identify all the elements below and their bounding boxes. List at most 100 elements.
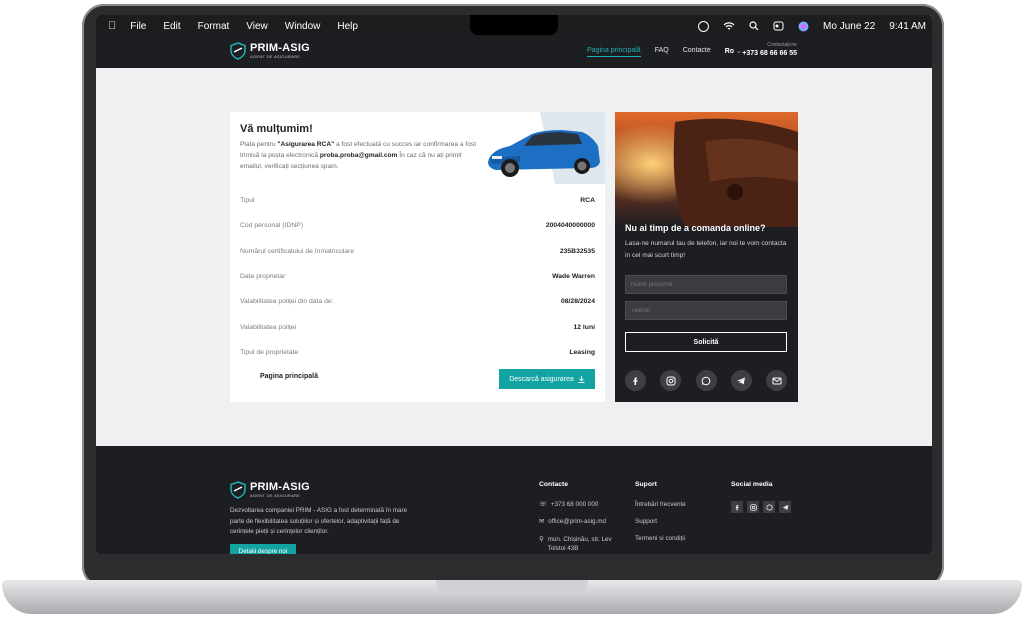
detail-row: Tipul de proprietate Leasing — [240, 340, 595, 365]
footer-phone[interactable]: ☏ +373 68 000 000 — [539, 501, 619, 518]
footer-description: Dezvoltarea companiei PRIM - ASIG a fost… — [230, 507, 408, 535]
telegram-icon[interactable] — [730, 370, 752, 391]
home-link[interactable]: Pagina principală — [260, 373, 318, 380]
message-part-1: Plata pentru — [240, 141, 278, 148]
shield-logo-icon — [230, 481, 246, 499]
whatsapp-icon[interactable] — [695, 370, 717, 391]
location-pin-icon: ⚲ — [539, 536, 544, 543]
detail-value: RCA — [580, 197, 595, 205]
control-center-icon[interactable] — [773, 21, 784, 31]
download-insurance-button[interactable]: Descarcă asigurarea — [499, 369, 595, 389]
menubar-time[interactable]: 9:41 AM — [889, 21, 926, 32]
panel-title: Nu ai timp de a comanda online? — [625, 223, 766, 233]
telegram-icon[interactable] — [779, 501, 791, 513]
footer-link-support[interactable]: Support — [635, 518, 686, 535]
detail-row: Numărul certificatului de înmatriculare 2… — [240, 239, 595, 264]
logo-name: PRIM-ASIG — [250, 42, 310, 54]
site-footer: PRIM-ASIG AGENT DE ASIGURARE Dezvoltarea… — [96, 446, 932, 554]
phone-input[interactable] — [625, 301, 787, 320]
logo[interactable]: PRIM-ASIG AGENT DE ASIGURARE — [230, 42, 310, 60]
detail-label: Numărul certificatului de înmatriculare — [240, 247, 355, 255]
footer-logo[interactable]: PRIM-ASIG AGENT DE ASIGURARE — [230, 481, 310, 499]
footer-logo-subtitle: AGENT DE ASIGURARE — [250, 493, 301, 498]
contacts-title: Contacte — [539, 481, 569, 488]
product-name: "Asigurarea RCA" — [277, 141, 335, 148]
whatsapp-icon[interactable] — [763, 501, 775, 513]
header-phone[interactable]: +373 68 66 66 55 — [742, 50, 797, 57]
footer-support: Suport Întrebări frecvente Support Terme… — [635, 481, 686, 552]
mail-icon: ✉ — [539, 518, 545, 525]
facebook-icon[interactable] — [625, 370, 646, 391]
policy-details: Tipul RCA Cod personal (IDNP) 200404000000… — [240, 188, 595, 365]
footer-email[interactable]: ✉ office@prim-asig.md — [539, 518, 619, 535]
detail-value: 12 luni — [573, 323, 595, 331]
footer-address-text: mun. Chișinău, str. Lev Tolstoi 43B — [547, 536, 612, 552]
site-header: PRIM-ASIG AGENT DE ASIGURARE Pagina prin… — [96, 37, 932, 68]
name-input[interactable] — [625, 275, 787, 294]
camera-notch — [470, 15, 558, 35]
card-message: Plata pentru "Asigurarea RCA" a fost efe… — [240, 139, 485, 172]
footer-contacts: Contacte ☏ +373 68 000 000 ✉ office@prim-a… — [539, 481, 619, 552]
instagram-icon[interactable] — [660, 370, 682, 391]
header-contact: Contactați-ne +373 68 66 66 55 — [742, 42, 797, 57]
footer-link-faq[interactable]: Întrebări frecvente — [635, 501, 686, 518]
detail-label: Tipul — [240, 197, 255, 205]
focus-icon[interactable] — [698, 20, 710, 32]
request-button[interactable]: Solicită — [625, 332, 787, 352]
detail-label: Valabilitatea poliței din data de: — [240, 298, 334, 306]
menu-file[interactable]: File — [130, 21, 146, 32]
nav-home[interactable]: Pagina principală — [587, 47, 641, 57]
download-icon — [578, 375, 585, 383]
menu-help[interactable]: Help — [337, 21, 358, 32]
contact-label: Contactați-ne — [767, 42, 797, 48]
menu-format[interactable]: Format — [198, 21, 230, 32]
detail-row: Valabilitatea poliței 12 luni — [240, 314, 595, 339]
language-select[interactable]: Ro ⌄ — [725, 47, 742, 57]
detail-label: Tipul de proprietate — [240, 348, 299, 356]
footer-address: ⚲ mun. Chișinău, str. Lev Tolstoi 43B — [539, 535, 619, 552]
menubar-date[interactable]: Mo June 22 — [823, 21, 875, 32]
social-links — [625, 370, 787, 391]
footer-social: Social media — [731, 481, 791, 513]
shield-logo-icon — [230, 42, 246, 60]
nav-faq[interactable]: FAQ — [655, 47, 669, 57]
detail-row: Tipul RCA — [240, 188, 595, 213]
wifi-icon[interactable] — [723, 21, 735, 31]
footer-social-links — [731, 501, 791, 513]
footer-link-terms[interactable]: Termeni si condiții — [635, 535, 686, 552]
download-label: Descarcă asigurarea — [509, 375, 574, 383]
nav-contacts[interactable]: Contacte — [683, 47, 711, 57]
menubar-status: Mo June 22 9:41 AM — [698, 15, 926, 37]
detail-label: Cod personal (IDNP) — [240, 222, 304, 230]
screen:  File Edit Format View Window Help Mo J… — [96, 15, 932, 554]
about-us-button[interactable]: Detalii despre noi — [230, 544, 296, 554]
language-label: Ro — [724, 48, 735, 55]
detail-value: Leasing — [569, 348, 595, 356]
detail-row: Date proprietar Wade Warren — [240, 264, 595, 289]
phone-icon: ☏ — [539, 501, 547, 508]
apple-icon[interactable]:  — [108, 20, 116, 32]
menu-edit[interactable]: Edit — [163, 21, 180, 32]
car-night-photo — [615, 112, 798, 227]
detail-value: 2004040000000 — [545, 222, 595, 230]
menu-window[interactable]: Window — [285, 21, 321, 32]
main-nav: Pagina principală FAQ Contacte Ro ⌄ — [587, 47, 742, 57]
car-image — [488, 112, 605, 184]
email-icon[interactable] — [766, 370, 787, 391]
social-title: Social media — [731, 481, 773, 488]
siri-icon[interactable] — [798, 21, 809, 32]
detail-value: 08/28/2024 — [560, 298, 595, 306]
detail-label: Valabilitatea poliței — [240, 323, 297, 331]
footer-logo-name: PRIM-ASIG — [250, 481, 310, 493]
instagram-icon[interactable] — [747, 501, 759, 513]
search-icon[interactable] — [749, 21, 759, 31]
card-title: Vă mulțumim! — [240, 123, 313, 135]
footer-email-text: office@prim-asig.md — [548, 518, 606, 525]
chevron-down-icon: ⌄ — [736, 48, 742, 55]
panel-text: Lasa-ne numarul tau de telefon, iar noi … — [625, 240, 787, 259]
detail-row: Valabilitatea poliței din data de: 08/28/… — [240, 289, 595, 314]
facebook-icon[interactable] — [731, 501, 743, 513]
detail-value: Wade Warren — [552, 273, 595, 281]
detail-value: 235B32535 — [559, 247, 595, 255]
menu-view[interactable]: View — [246, 21, 268, 32]
